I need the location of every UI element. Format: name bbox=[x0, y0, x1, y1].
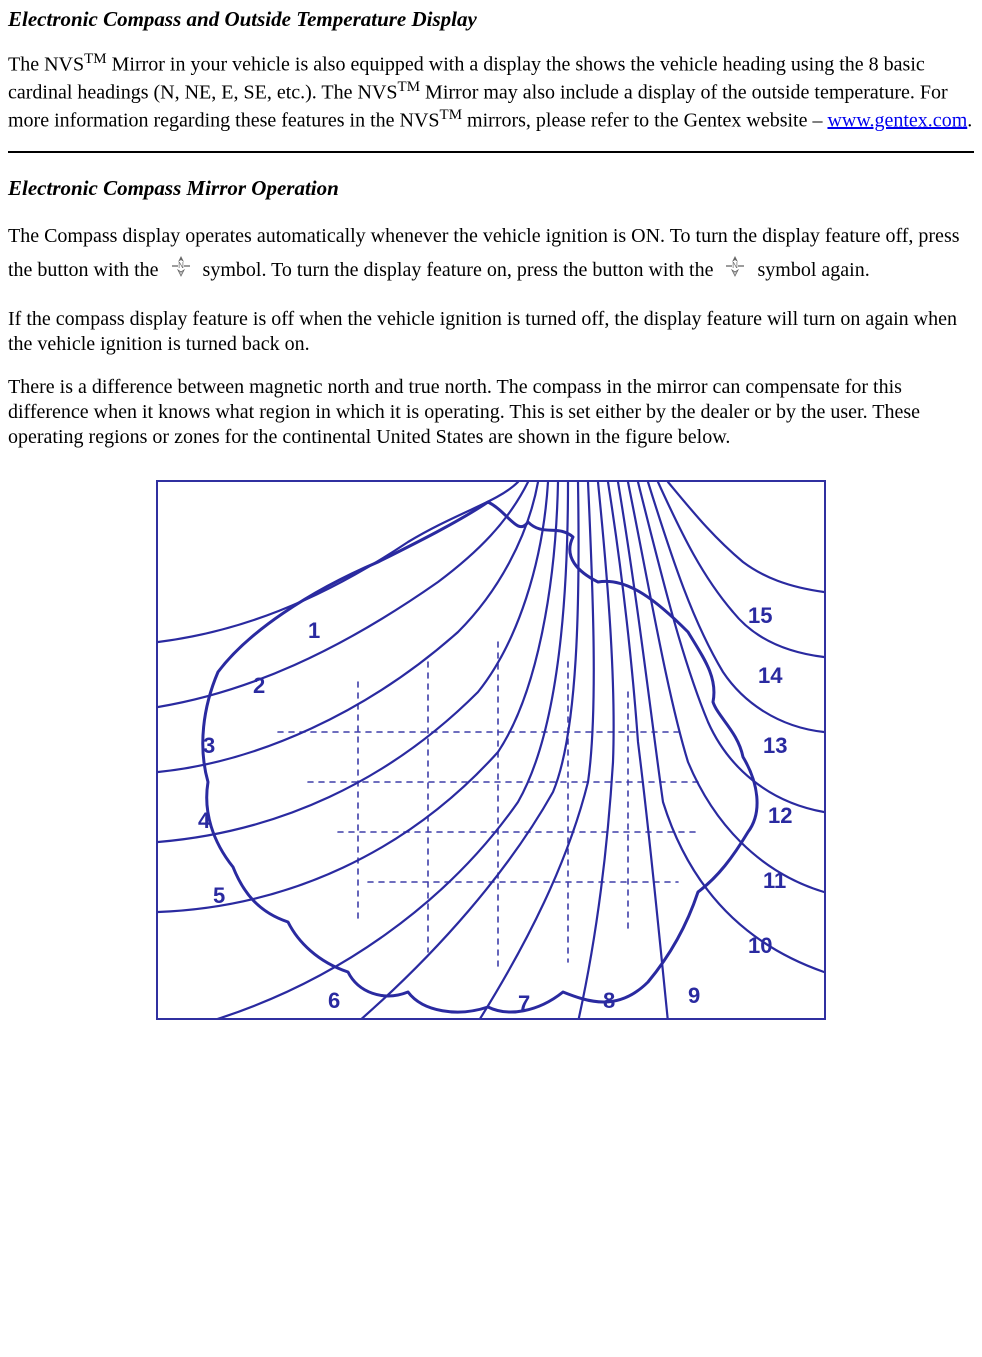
svg-text:N: N bbox=[733, 261, 739, 270]
trademark-symbol: TM bbox=[84, 51, 107, 67]
trademark-symbol: TM bbox=[398, 79, 421, 95]
zone-label-13: 13 bbox=[763, 732, 787, 760]
zone-label-4: 4 bbox=[198, 807, 210, 835]
zone-label-10: 10 bbox=[748, 932, 772, 960]
gentex-website-link[interactable]: www.gentex.com bbox=[827, 109, 967, 131]
zone-label-14: 14 bbox=[758, 662, 782, 690]
section2-paragraph3: There is a difference between magnetic n… bbox=[8, 375, 974, 450]
section1-paragraph: The NVSTM Mirror in your vehicle is also… bbox=[8, 50, 974, 133]
section-divider bbox=[8, 151, 974, 153]
section-heading-compass-operation: Electronic Compass Mirror Operation bbox=[8, 175, 974, 201]
text: . bbox=[967, 109, 972, 131]
zone-label-6: 6 bbox=[328, 987, 340, 1015]
zone-label-5: 5 bbox=[213, 882, 225, 910]
text: symbol again. bbox=[757, 259, 869, 281]
compass-north-icon: N bbox=[168, 254, 194, 289]
text: mirrors, please refer to the Gentex webs… bbox=[462, 109, 827, 131]
zone-label-12: 12 bbox=[768, 802, 792, 830]
zone-label-7: 7 bbox=[518, 990, 530, 1018]
trademark-symbol: TM bbox=[440, 107, 463, 123]
zone-label-11: 11 bbox=[763, 867, 786, 895]
section2-paragraph2: If the compass display feature is off wh… bbox=[8, 307, 974, 357]
zone-label-9: 9 bbox=[688, 982, 700, 1010]
zone-label-2: 2 bbox=[253, 672, 265, 700]
zone-map-svg bbox=[158, 482, 824, 1018]
zone-label-3: 3 bbox=[203, 732, 215, 760]
zone-label-15: 15 bbox=[748, 602, 772, 630]
text: symbol. To turn the display feature on, … bbox=[203, 259, 719, 281]
zone-label-1: 1 bbox=[308, 617, 320, 645]
section-heading-compass-temp: Electronic Compass and Outside Temperatu… bbox=[8, 6, 974, 32]
compass-north-icon: N bbox=[722, 254, 748, 289]
section2-paragraph1: The Compass display operates automatical… bbox=[8, 219, 974, 289]
zone-label-8: 8 bbox=[603, 987, 615, 1015]
text: The NVS bbox=[8, 54, 84, 76]
svg-text:N: N bbox=[178, 261, 184, 270]
zone-map-figure: 1 2 3 4 5 6 7 8 9 10 11 12 13 14 15 bbox=[156, 480, 826, 1020]
